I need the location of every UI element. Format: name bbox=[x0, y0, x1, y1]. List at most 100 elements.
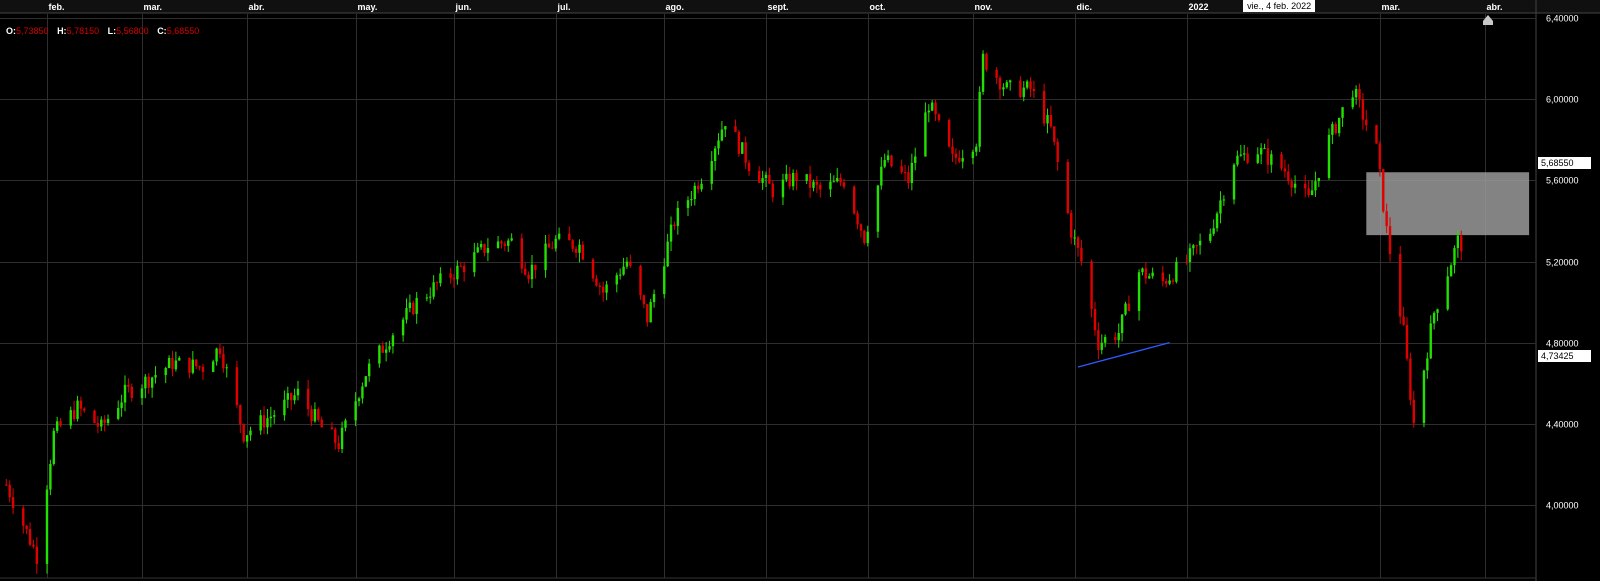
candle-body bbox=[758, 171, 761, 183]
candle-body bbox=[1263, 148, 1266, 150]
candle-body bbox=[527, 274, 530, 280]
candle-body bbox=[859, 224, 863, 231]
candle-body bbox=[1460, 235, 1463, 252]
candle-body bbox=[5, 484, 8, 486]
candle-body bbox=[1293, 183, 1297, 188]
price-tick-label: 4,80000 bbox=[1546, 339, 1579, 349]
resistance-zone bbox=[1366, 172, 1530, 236]
candle-body bbox=[1168, 280, 1171, 284]
cursor-price-tag: 4,73425 bbox=[1538, 350, 1591, 362]
price-chart[interactable]: 6,40000 6,00000 5,60000 5,20000 4,80000 4,400… bbox=[0, 0, 1600, 581]
candle-body bbox=[381, 345, 384, 353]
candle-body bbox=[344, 420, 347, 428]
candle-body bbox=[1361, 98, 1365, 120]
candle-body bbox=[1100, 342, 1103, 350]
price-tick-label: 5,60000 bbox=[1546, 176, 1579, 186]
candle-body bbox=[1283, 168, 1287, 172]
candle-body bbox=[1066, 161, 1070, 213]
candle-body bbox=[1164, 281, 1168, 284]
candle-body bbox=[605, 284, 608, 293]
candle-body bbox=[449, 273, 452, 278]
candle-body bbox=[412, 302, 415, 314]
candle-body bbox=[544, 243, 547, 271]
candle-body bbox=[618, 274, 622, 276]
candle-body bbox=[1120, 314, 1124, 334]
candle-body bbox=[249, 430, 252, 436]
candle-body bbox=[164, 368, 167, 376]
candle-body bbox=[452, 277, 456, 280]
close-label: C: bbox=[157, 26, 167, 36]
month-tick-label: abr. bbox=[249, 2, 265, 12]
price-tick-label: 4,00000 bbox=[1546, 501, 1579, 511]
candle-body bbox=[429, 296, 432, 298]
candle-body bbox=[1436, 309, 1439, 313]
candle-body bbox=[476, 247, 479, 253]
ohlc-readout: O:5,73850 H:5,78150 L:5,56800 C:5,68550 bbox=[6, 26, 205, 36]
candle-body bbox=[937, 114, 941, 120]
candle-body bbox=[1426, 358, 1429, 371]
candle-body bbox=[456, 265, 459, 280]
candle-body bbox=[625, 261, 629, 267]
month-tick-label: mar. bbox=[1382, 2, 1401, 12]
month-tick-label: feb. bbox=[49, 2, 65, 12]
candle-body bbox=[520, 238, 524, 269]
candle-body bbox=[1304, 183, 1307, 189]
candle-body bbox=[554, 238, 557, 249]
candle-body bbox=[178, 357, 181, 361]
candle-body bbox=[273, 415, 276, 417]
candle-body bbox=[646, 304, 649, 323]
month-tick-label: may. bbox=[358, 2, 378, 12]
candle-body bbox=[595, 278, 598, 286]
candle-body bbox=[1256, 154, 1259, 163]
candle-body bbox=[45, 489, 49, 564]
candle-body bbox=[622, 266, 625, 275]
candle-body bbox=[144, 376, 147, 389]
time-axis-bar bbox=[0, 0, 1600, 13]
candle-body bbox=[1232, 164, 1236, 200]
candle-body bbox=[1195, 245, 1198, 247]
candle-body bbox=[1127, 303, 1131, 311]
candle-body bbox=[890, 155, 893, 167]
candle-body bbox=[649, 302, 652, 323]
candle-body bbox=[958, 157, 961, 162]
candle-body bbox=[510, 238, 513, 241]
candle-body bbox=[496, 241, 500, 249]
candle-body bbox=[191, 359, 195, 373]
candle-body bbox=[334, 429, 337, 443]
candle-body bbox=[1429, 323, 1432, 359]
candle-body bbox=[117, 408, 120, 419]
candle-body bbox=[842, 182, 846, 187]
candle-body bbox=[479, 243, 483, 248]
candle-body bbox=[812, 181, 815, 188]
chart-area[interactable]: 6,40000 6,00000 5,60000 5,20000 4,80000 4,400… bbox=[0, 0, 1600, 581]
candle-body bbox=[242, 424, 245, 442]
candle-body bbox=[361, 386, 364, 399]
candle-body bbox=[686, 200, 690, 208]
home-arrow-icon[interactable] bbox=[1482, 14, 1494, 26]
candle-body bbox=[1259, 148, 1263, 155]
candle-body bbox=[378, 345, 381, 364]
candle-body bbox=[215, 348, 218, 362]
candle-body bbox=[76, 400, 79, 420]
candle-body bbox=[69, 410, 72, 426]
low-value: 5,56800 bbox=[116, 26, 149, 36]
candle-body bbox=[1432, 312, 1436, 324]
candle-body bbox=[150, 377, 154, 388]
candle-body bbox=[995, 69, 998, 78]
candle-body bbox=[744, 142, 747, 163]
candle-body bbox=[1141, 268, 1144, 273]
candle-body bbox=[1148, 276, 1151, 279]
month-tick-label: ago. bbox=[666, 2, 685, 12]
candle-body bbox=[59, 421, 62, 426]
candle-body bbox=[1290, 181, 1293, 188]
candle-body bbox=[696, 185, 700, 190]
candle-body bbox=[815, 181, 819, 185]
candle-body bbox=[615, 275, 618, 285]
candle-body bbox=[1019, 80, 1022, 97]
candle-body bbox=[1239, 154, 1243, 156]
support-trendline bbox=[1077, 342, 1170, 368]
candle-body bbox=[981, 53, 985, 92]
candle-body bbox=[483, 243, 486, 253]
candle-body bbox=[985, 53, 988, 70]
candle-body bbox=[785, 173, 788, 180]
